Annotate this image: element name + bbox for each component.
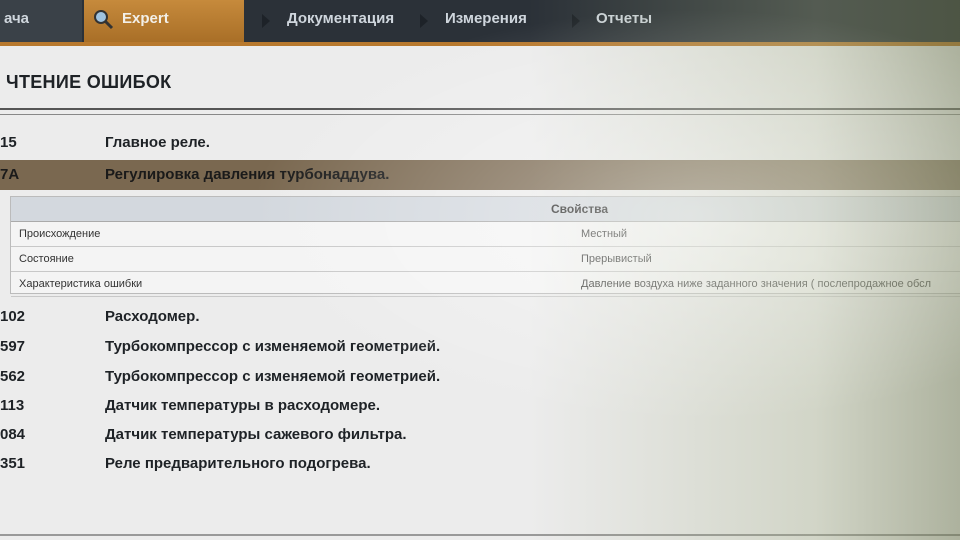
property-row: Характеристика ошибки Давление воздуха н… [11, 272, 960, 297]
fault-row[interactable]: 084 Датчик температуры сажевого фильтра. [0, 420, 960, 450]
nav-separator-arrow [572, 14, 580, 28]
tab-measurements[interactable]: Измерения [445, 0, 527, 42]
tab-expert[interactable]: Expert [84, 0, 244, 42]
fault-description: Датчик температуры в расходомере. [105, 397, 381, 414]
tab-expert-label: Expert [122, 10, 169, 27]
property-row: Состояние Прерывистый [11, 247, 960, 272]
page-title: ЧТЕНИЕ ОШИБОК [6, 72, 172, 92]
property-key: Происхождение [19, 228, 101, 240]
fault-code: 15 [0, 134, 17, 151]
properties-header-label: Свойства [551, 202, 609, 216]
property-key: Состояние [19, 253, 74, 265]
magnifier-icon [94, 10, 114, 30]
property-value: Местный [581, 228, 628, 240]
app-screen: ача Expert Документация Измерения Отчеты… [0, 0, 960, 540]
fault-description: Реле предварительного подогрева. [105, 455, 371, 472]
divider [0, 108, 960, 110]
fault-description: Датчик температуры сажевого фильтра. [105, 426, 407, 443]
fault-code: 7A [0, 166, 20, 183]
tab-documentation[interactable]: Документация [287, 0, 394, 42]
fault-code: 351 [0, 455, 26, 472]
divider [0, 114, 960, 115]
tab-reports[interactable]: Отчеты [596, 0, 652, 42]
tab-previous[interactable]: ача [0, 0, 82, 42]
properties-table: Свойства Происхождение Местный Состояние… [10, 196, 960, 297]
fault-code: 102 [0, 308, 26, 325]
property-value: Прерывистый [581, 253, 652, 265]
nav-separator-arrow [262, 14, 270, 28]
top-nav-bar: ача Expert Документация Измерения Отчеты [0, 0, 960, 46]
fault-code: 562 [0, 368, 26, 385]
fault-description: Расходомер. [105, 308, 200, 325]
property-value: Давление воздуха ниже заданного значения… [581, 278, 932, 290]
fault-row[interactable]: 562 Турбокомпрессор с изменяемой геометр… [0, 362, 960, 392]
fault-description: Турбокомпрессор с изменяемой геометрией. [105, 338, 441, 355]
nav-separator-arrow [420, 14, 428, 28]
fault-row[interactable]: 15 Главное реле. [0, 128, 960, 158]
fault-code: 597 [0, 338, 26, 355]
fault-row-selected[interactable]: 7A Регулировка давления турбонаддува. [0, 160, 960, 190]
property-key: Характеристика ошибки [19, 278, 143, 290]
fault-code: 113 [0, 397, 25, 414]
fault-row[interactable]: 102 Расходомер. [0, 302, 960, 332]
fault-description: Главное реле. [105, 134, 210, 151]
divider [0, 534, 960, 536]
property-row: Происхождение Местный [11, 222, 960, 247]
properties-header: Свойства [11, 197, 960, 222]
fault-code: 084 [0, 426, 26, 443]
fault-row[interactable]: 351 Реле предварительного подогрева. [0, 449, 960, 479]
fault-reading-panel: ЧТЕНИЕ ОШИБОК 15 Главное реле. 7A Регули… [0, 46, 960, 540]
fault-description: Турбокомпрессор с изменяемой геометрией. [105, 368, 441, 385]
fault-row[interactable]: 113 Датчик температуры в расходомере. [0, 391, 960, 421]
fault-description: Регулировка давления турбонаддува. [105, 166, 390, 183]
fault-row[interactable]: 597 Турбокомпрессор с изменяемой геометр… [0, 332, 960, 362]
